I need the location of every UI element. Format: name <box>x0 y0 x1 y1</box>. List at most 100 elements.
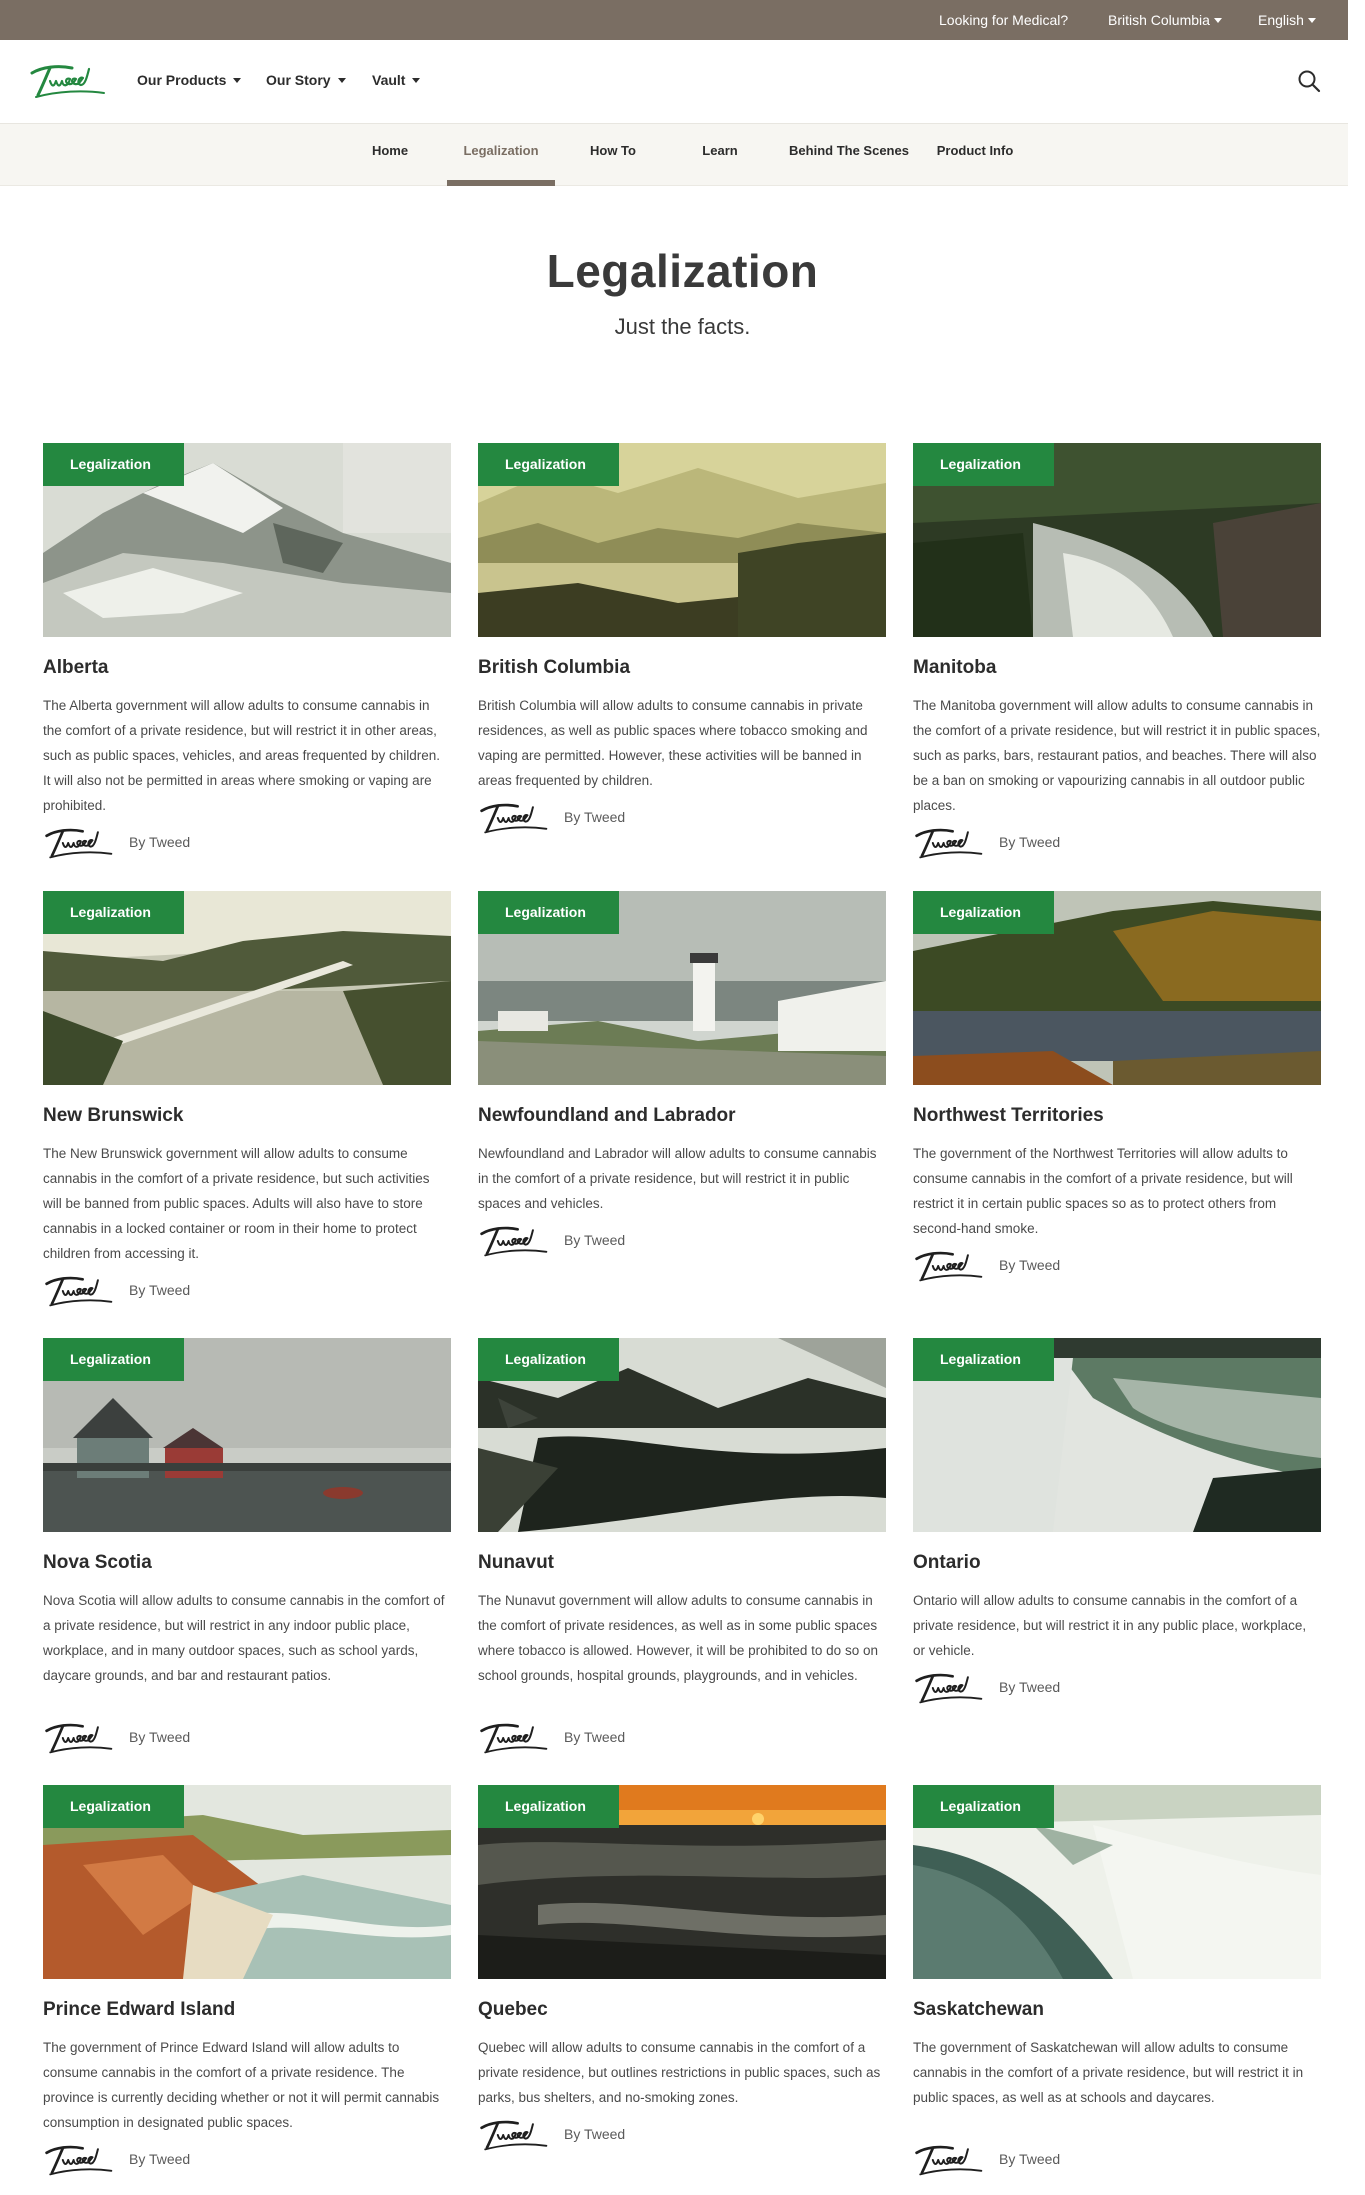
article-excerpt: Nova Scotia will allow adults to consume… <box>43 1593 445 1683</box>
main-header: Our Products Our Story Vault <box>0 40 1348 124</box>
author-name: By Tweed <box>129 834 191 850</box>
language-label: English <box>1258 12 1304 28</box>
category-badge: Legalization <box>913 1338 1054 1381</box>
article-image[interactable]: Legalization <box>43 1785 451 1979</box>
category-badge: Legalization <box>43 891 184 934</box>
article-title[interactable]: Newfoundland and Labrador <box>478 1105 736 1127</box>
article-author: By Tweed <box>913 823 1113 863</box>
category-badge: Legalization <box>913 1785 1054 1828</box>
article-excerpt: The government of Saskatchewan will allo… <box>913 2040 1304 2105</box>
tweed-logo[interactable] <box>28 58 108 104</box>
article-excerpt: The government of the Northwest Territor… <box>913 1146 1293 1236</box>
category-badge: Legalization <box>478 891 619 934</box>
author-name: By Tweed <box>999 834 1061 850</box>
medical-link[interactable]: Looking for Medical? <box>939 11 1068 29</box>
tweed-author-logo <box>913 2140 985 2180</box>
article-title[interactable]: Manitoba <box>913 657 996 679</box>
province-selector[interactable]: British Columbia <box>1108 11 1222 29</box>
nav-vault[interactable]: Vault <box>372 72 421 88</box>
article-title[interactable]: Nunavut <box>478 1552 554 1574</box>
article-author: By Tweed <box>478 1221 678 1261</box>
nav-our-story[interactable]: Our Story <box>266 72 346 88</box>
author-name: By Tweed <box>999 1679 1061 1695</box>
article-title[interactable]: Saskatchewan <box>913 1999 1044 2021</box>
article-author: By Tweed <box>913 1668 1113 1708</box>
article-image[interactable]: Legalization <box>43 1338 451 1532</box>
tweed-author-logo <box>478 1718 550 1758</box>
article-title[interactable]: Ontario <box>913 1552 981 1574</box>
tweed-author-logo <box>43 823 115 863</box>
chevron-down-icon <box>233 78 242 83</box>
page-subtitle: Just the facts. <box>614 314 751 339</box>
article-title[interactable]: Prince Edward Island <box>43 1999 235 2021</box>
article-title[interactable]: Alberta <box>43 657 108 679</box>
sub-nav: Home Legalization How To Learn Behind Th… <box>0 124 1348 186</box>
tweed-author-logo <box>43 2140 115 2180</box>
article-image[interactable]: Legalization <box>913 443 1321 637</box>
tweed-author-logo <box>913 823 985 863</box>
article-author: By Tweed <box>478 1718 678 1758</box>
article-author: By Tweed <box>913 2140 1113 2180</box>
article-title[interactable]: Nova Scotia <box>43 1552 152 1574</box>
tab-legalization[interactable]: Legalization <box>447 124 555 186</box>
article-excerpt: Quebec will allow adults to consume cann… <box>478 2040 881 2105</box>
article-author: By Tweed <box>913 1246 1113 1286</box>
author-name: By Tweed <box>564 1232 626 1248</box>
tab-home[interactable]: Home <box>360 124 420 186</box>
article-excerpt: Ontario will allow adults to consume can… <box>913 1593 1307 1658</box>
article-image[interactable]: Legalization <box>913 1338 1321 1532</box>
category-badge: Legalization <box>478 443 619 486</box>
tab-product-info[interactable]: Product Info <box>930 124 1020 186</box>
category-badge: Legalization <box>43 1338 184 1381</box>
article-image[interactable]: Legalization <box>478 443 886 637</box>
tweed-author-logo <box>43 1271 115 1311</box>
tab-learn[interactable]: Learn <box>690 124 750 186</box>
author-name: By Tweed <box>129 1282 191 1298</box>
article-image[interactable]: Legalization <box>913 1785 1321 1979</box>
article-image[interactable]: Legalization <box>43 891 451 1085</box>
article-image[interactable]: Legalization <box>478 891 886 1085</box>
nav-label: Our Story <box>266 72 331 88</box>
tweed-author-logo <box>43 1718 115 1758</box>
category-badge: Legalization <box>478 1338 619 1381</box>
article-excerpt: The government of Prince Edward Island w… <box>43 2040 440 2130</box>
page-title: Legalization <box>546 245 819 297</box>
chevron-down-icon <box>412 78 421 83</box>
author-name: By Tweed <box>999 1257 1061 1273</box>
nav-our-products[interactable]: Our Products <box>137 72 242 88</box>
author-name: By Tweed <box>564 1729 626 1745</box>
article-excerpt: Newfoundland and Labrador will allow adu… <box>478 1146 877 1211</box>
article-image[interactable]: Legalization <box>478 1338 886 1532</box>
article-title[interactable]: British Columbia <box>478 657 630 679</box>
tweed-author-logo <box>913 1668 985 1708</box>
chevron-down-icon <box>337 78 346 83</box>
category-badge: Legalization <box>43 443 184 486</box>
article-title[interactable]: Quebec <box>478 1999 548 2021</box>
tweed-author-logo <box>478 1221 550 1261</box>
article-author: By Tweed <box>478 798 678 838</box>
tab-how-to[interactable]: How To <box>578 124 648 186</box>
article-excerpt: British Columbia will allow adults to co… <box>478 698 868 788</box>
article-excerpt: The Alberta government will allow adults… <box>43 698 440 813</box>
author-name: By Tweed <box>999 2151 1061 2167</box>
category-badge: Legalization <box>478 1785 619 1828</box>
search-icon[interactable] <box>1296 68 1322 94</box>
article-title[interactable]: Northwest Territories <box>913 1105 1104 1127</box>
tweed-author-logo <box>478 798 550 838</box>
article-excerpt: The Nunavut government will allow adults… <box>478 1593 878 1683</box>
article-author: By Tweed <box>43 823 243 863</box>
article-author: By Tweed <box>478 2115 678 2155</box>
tweed-author-logo <box>913 1246 985 1286</box>
article-author: By Tweed <box>43 1271 243 1311</box>
tab-behind-the-scenes[interactable]: Behind The Scenes <box>784 124 914 186</box>
article-image[interactable]: Legalization <box>478 1785 886 1979</box>
article-excerpt: The Manitoba government will allow adult… <box>913 698 1321 813</box>
author-name: By Tweed <box>129 1729 191 1745</box>
chevron-down-icon <box>1213 18 1222 23</box>
article-image[interactable]: Legalization <box>43 443 451 637</box>
province-label: British Columbia <box>1108 12 1210 28</box>
article-title[interactable]: New Brunswick <box>43 1105 183 1127</box>
author-name: By Tweed <box>564 809 626 825</box>
language-selector[interactable]: English <box>1258 11 1316 29</box>
article-image[interactable]: Legalization <box>913 891 1321 1085</box>
